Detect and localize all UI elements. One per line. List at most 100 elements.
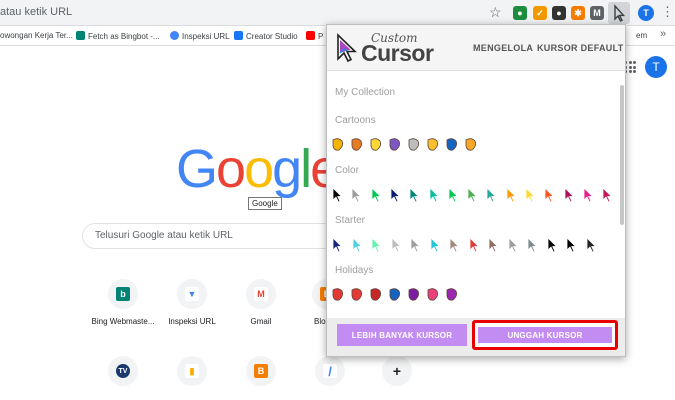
cursor-preview-icon bbox=[448, 187, 459, 203]
more-cursors-button[interactable]: LEBIH BANYAK KURSOR bbox=[337, 324, 467, 346]
bookmark-label: Creator Studio bbox=[246, 32, 298, 41]
starter-cursor-item[interactable] bbox=[546, 237, 560, 253]
color-cursor-item[interactable] bbox=[370, 187, 384, 203]
holiday-cursor-item[interactable] bbox=[445, 287, 459, 303]
cartoon-cursor-item[interactable] bbox=[369, 137, 383, 153]
holiday-cursor-item[interactable] bbox=[331, 287, 345, 303]
starter-cursor-item[interactable] bbox=[331, 237, 345, 253]
color-cursor-item[interactable] bbox=[331, 187, 345, 203]
cartoon-cursor-item[interactable] bbox=[445, 137, 459, 153]
color-cursor-item[interactable] bbox=[408, 187, 422, 203]
bookmark-item[interactable]: Inspeksi URL bbox=[170, 31, 230, 41]
cartoon-cursor-item[interactable] bbox=[407, 137, 421, 153]
color-cursor-item[interactable] bbox=[543, 187, 557, 203]
bookmark-label: Inspeksi URL bbox=[182, 32, 230, 41]
tile-circle: ▮ bbox=[177, 356, 207, 386]
color-cursor-item[interactable] bbox=[601, 187, 615, 203]
cursor-preview-icon bbox=[332, 288, 343, 301]
cursor-preview-icon bbox=[332, 187, 343, 203]
extension-3-icon[interactable]: ● bbox=[552, 6, 566, 20]
starter-cursor-item[interactable] bbox=[585, 237, 599, 253]
holiday-cursor-item[interactable] bbox=[407, 287, 421, 303]
default-cursor-link[interactable]: KURSOR DEFAULT bbox=[537, 43, 624, 53]
starter-cursor-item[interactable] bbox=[526, 237, 540, 253]
color-cursor-item[interactable] bbox=[389, 187, 403, 203]
starter-cursor-item[interactable] bbox=[565, 237, 579, 253]
bookmark-item[interactable]: P bbox=[306, 31, 323, 41]
profile-avatar[interactable]: T bbox=[645, 56, 667, 78]
cursor-preview-icon bbox=[446, 288, 457, 301]
holiday-cursor-item[interactable] bbox=[388, 287, 402, 303]
color-cursor-item[interactable] bbox=[466, 187, 480, 203]
shortcut-tile[interactable]: M Gmail bbox=[225, 279, 297, 326]
profile-avatar-small[interactable]: T bbox=[638, 5, 654, 21]
section-my-collection: My Collection bbox=[335, 87, 396, 98]
bookmarks-overflow-icon[interactable]: » bbox=[660, 28, 666, 40]
starter-cursor-item[interactable] bbox=[507, 237, 521, 253]
manage-link[interactable]: MENGELOLA bbox=[473, 43, 533, 53]
color-cursor-item[interactable] bbox=[524, 187, 538, 203]
bookmark-item[interactable]: Fetch as Bingbot -... bbox=[76, 31, 160, 41]
address-bar[interactable]: atau ketik URL ☆ ● ✓ ● ✱ M T ⋮ bbox=[0, 0, 675, 26]
color-cursor-item[interactable] bbox=[582, 187, 596, 203]
starter-cursor-item[interactable] bbox=[487, 237, 501, 253]
tv-icon: TV bbox=[116, 364, 130, 378]
bookmark-label: em bbox=[636, 31, 648, 40]
starter-cursor-item[interactable] bbox=[390, 237, 404, 253]
search-input[interactable] bbox=[95, 230, 325, 241]
browser-menu-icon[interactable]: ⋮ bbox=[661, 4, 674, 20]
cartoon-cursor-item[interactable] bbox=[388, 137, 402, 153]
starter-cursor-item[interactable] bbox=[468, 237, 482, 253]
cartoon-cursor-item[interactable] bbox=[426, 137, 440, 153]
extension-4-icon[interactable]: ✱ bbox=[571, 6, 585, 20]
holiday-cursor-item[interactable] bbox=[350, 287, 364, 303]
cursor-preview-icon bbox=[408, 288, 419, 301]
google-logo: Google bbox=[176, 138, 340, 200]
cursor-preview-icon bbox=[427, 138, 438, 151]
custom-cursor-extension-button[interactable] bbox=[608, 2, 630, 24]
bookmark-item[interactable]: em bbox=[636, 31, 647, 40]
color-cursor-item[interactable] bbox=[485, 187, 499, 203]
logo-letter: g bbox=[272, 139, 302, 199]
color-cursor-item[interactable] bbox=[428, 187, 442, 203]
shortcut-tile[interactable]: ▼ Inspeksi URL bbox=[156, 279, 228, 326]
starter-cursor-item[interactable] bbox=[429, 237, 443, 253]
shortcut-tile[interactable]: B bbox=[225, 356, 297, 386]
starter-cursor-item[interactable] bbox=[448, 237, 462, 253]
shortcut-tile[interactable]: ▮ bbox=[156, 356, 228, 386]
cartoon-cursor-item[interactable] bbox=[464, 137, 478, 153]
cursor-preview-icon bbox=[371, 237, 382, 253]
upload-cursor-button[interactable]: UNGGAH KURSOR bbox=[478, 327, 612, 343]
color-cursor-item[interactable] bbox=[563, 187, 577, 203]
shortcut-tile[interactable]: / bbox=[294, 356, 366, 386]
extension-1-icon[interactable]: ● bbox=[513, 6, 527, 20]
cursor-preview-icon bbox=[586, 237, 596, 253]
starter-cursor-item[interactable] bbox=[370, 237, 384, 253]
holiday-cursor-item[interactable] bbox=[426, 287, 440, 303]
logo-letter: o bbox=[216, 139, 246, 199]
bookmark-item[interactable]: Creator Studio bbox=[234, 31, 298, 41]
address-input-text[interactable]: atau ketik URL bbox=[0, 6, 72, 18]
cartoon-cursor-item[interactable] bbox=[331, 137, 345, 153]
bookmark-label: Fetch as Bingbot -... bbox=[88, 32, 160, 41]
bookmark-item[interactable]: owongan Kerja Ter... bbox=[0, 31, 73, 40]
bookmark-star-icon[interactable]: ☆ bbox=[489, 4, 502, 21]
shortcut-tile[interactable]: B Blo bbox=[292, 279, 326, 326]
color-cursor-item[interactable] bbox=[350, 187, 364, 203]
popup-scrollbar[interactable] bbox=[620, 85, 624, 225]
shortcut-tile[interactable]: b Bing Webmaste... bbox=[87, 279, 159, 326]
extension-2-icon[interactable]: ✓ bbox=[533, 6, 547, 20]
color-cursor-item[interactable] bbox=[447, 187, 461, 203]
cursor-preview-icon bbox=[370, 138, 381, 151]
search-console-icon bbox=[170, 31, 179, 40]
starter-cursor-item[interactable] bbox=[409, 237, 423, 253]
holiday-cursor-item[interactable] bbox=[369, 287, 383, 303]
logo-letter: G bbox=[176, 139, 218, 199]
add-shortcut-tile[interactable]: + bbox=[361, 356, 433, 386]
color-cursor-item[interactable] bbox=[505, 187, 519, 203]
cartoon-cursor-item[interactable] bbox=[350, 137, 364, 153]
starter-cursor-item[interactable] bbox=[351, 237, 365, 253]
extension-5-icon[interactable]: M bbox=[590, 6, 604, 20]
tile-circle: / bbox=[315, 356, 345, 386]
shortcut-tile[interactable]: TV bbox=[87, 356, 159, 386]
